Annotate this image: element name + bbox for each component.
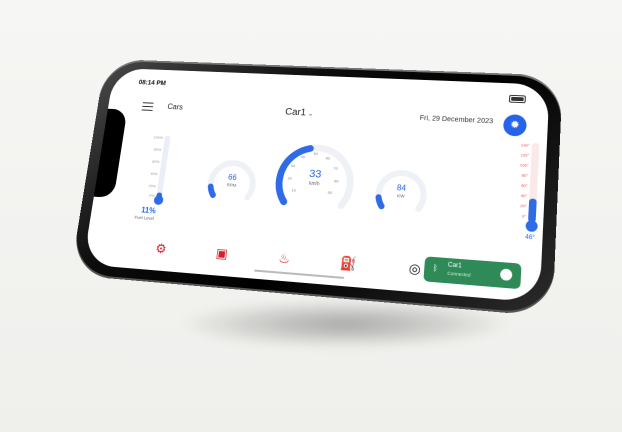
chevron-down-icon: ⌄ [307,110,314,118]
weather-button[interactable]: ✹ [502,114,528,137]
speed-tick: 50 [313,151,319,157]
connection-card[interactable]: ᛒ Car1 Connected [423,256,522,290]
fuel-tick: 60% [151,158,160,165]
speed-gauge: 10 20 30 40 50 60 70 80 90 33 km/h [268,134,361,223]
app-screen: 08:14 PM Cars Car1⌄ Fri, 29 December 202… [82,67,550,303]
connection-status: Connected [447,270,471,278]
battery-status-icon [508,94,526,104]
fuel-tick: 20% [148,183,157,189]
temperature-tick: 0° [521,213,527,219]
temperature-level-fill [528,198,537,223]
header: Cars Car1⌄ Fri, 29 December 2023 ✹ [140,98,529,141]
bluetooth-icon: ᛒ [432,263,439,273]
fuel-tick: 80% [153,146,162,152]
oil-icon[interactable]: ♨ [272,249,296,269]
car-selector[interactable]: Car1⌄ [285,107,314,119]
temperature-tick: 60° [521,182,528,189]
battery-icon[interactable]: ▣ [210,244,233,264]
speed-tick: 60 [325,155,331,161]
sun-icon: ✹ [509,119,521,132]
fuel-tube [155,135,171,200]
fuel-tick: 40% [150,171,159,177]
connection-indicator [499,268,513,282]
engine-icon[interactable]: ⚙ [149,239,172,258]
connection-title: Car1 [447,262,462,270]
speed-tick: 10 [291,187,297,194]
menu-icon[interactable] [141,102,154,111]
temperature-tick: 80° [521,172,529,178]
fuel-tick: 0% [148,192,155,198]
phone-frame: 08:14 PM Cars Car1⌄ Fri, 29 December 202… [70,58,563,317]
fuel-bulb [153,195,164,206]
fuel-value: 11% [140,205,157,216]
temperature-tick: 100° [519,162,529,168]
fuel-gauge: 100% 80% 60% 40% 20% 0% 11% Fuel Level [131,132,180,221]
temperature-tick: 120° [520,152,530,158]
temperature-value: 46° [524,234,536,242]
bottom-bar: ⚙ ▣ ♨ ⛽ ◎ ᛒ Car1 Connected [120,233,522,295]
fuel-tick: 100% [153,134,164,140]
temperature-tick: 140° [520,142,530,148]
temperature-bulb [525,219,538,233]
car-selector-label: Car1 [284,106,307,119]
power-gauge: 84 KW [370,162,432,221]
phone-mockup: 08:14 PM Cars Car1⌄ Fri, 29 December 202… [70,58,563,317]
rpm-gauge: 66 RPM [202,153,262,210]
temperature-gauge: 140° 120° 100° 80° 60° 40° 20° 0° 46° [505,140,550,255]
speed-tick: 40 [300,153,306,159]
temperature-tick: 20° [520,203,527,209]
date-label: Fri, 29 December 2023 [419,115,494,126]
cars-title: Cars [166,102,184,112]
temperature-tube [528,142,540,223]
fuel-label: Fuel Level [134,214,155,221]
temperature-ticks: 140° 120° 100° 80° 60° 40° 20° 0° [511,140,550,218]
temperature-tick: 40° [520,192,528,199]
status-time: 08:14 PM [138,79,167,87]
speed-tick: 90 [327,190,333,196]
fuel-pump-icon[interactable]: ⛽ [337,254,361,274]
notch [93,108,128,198]
